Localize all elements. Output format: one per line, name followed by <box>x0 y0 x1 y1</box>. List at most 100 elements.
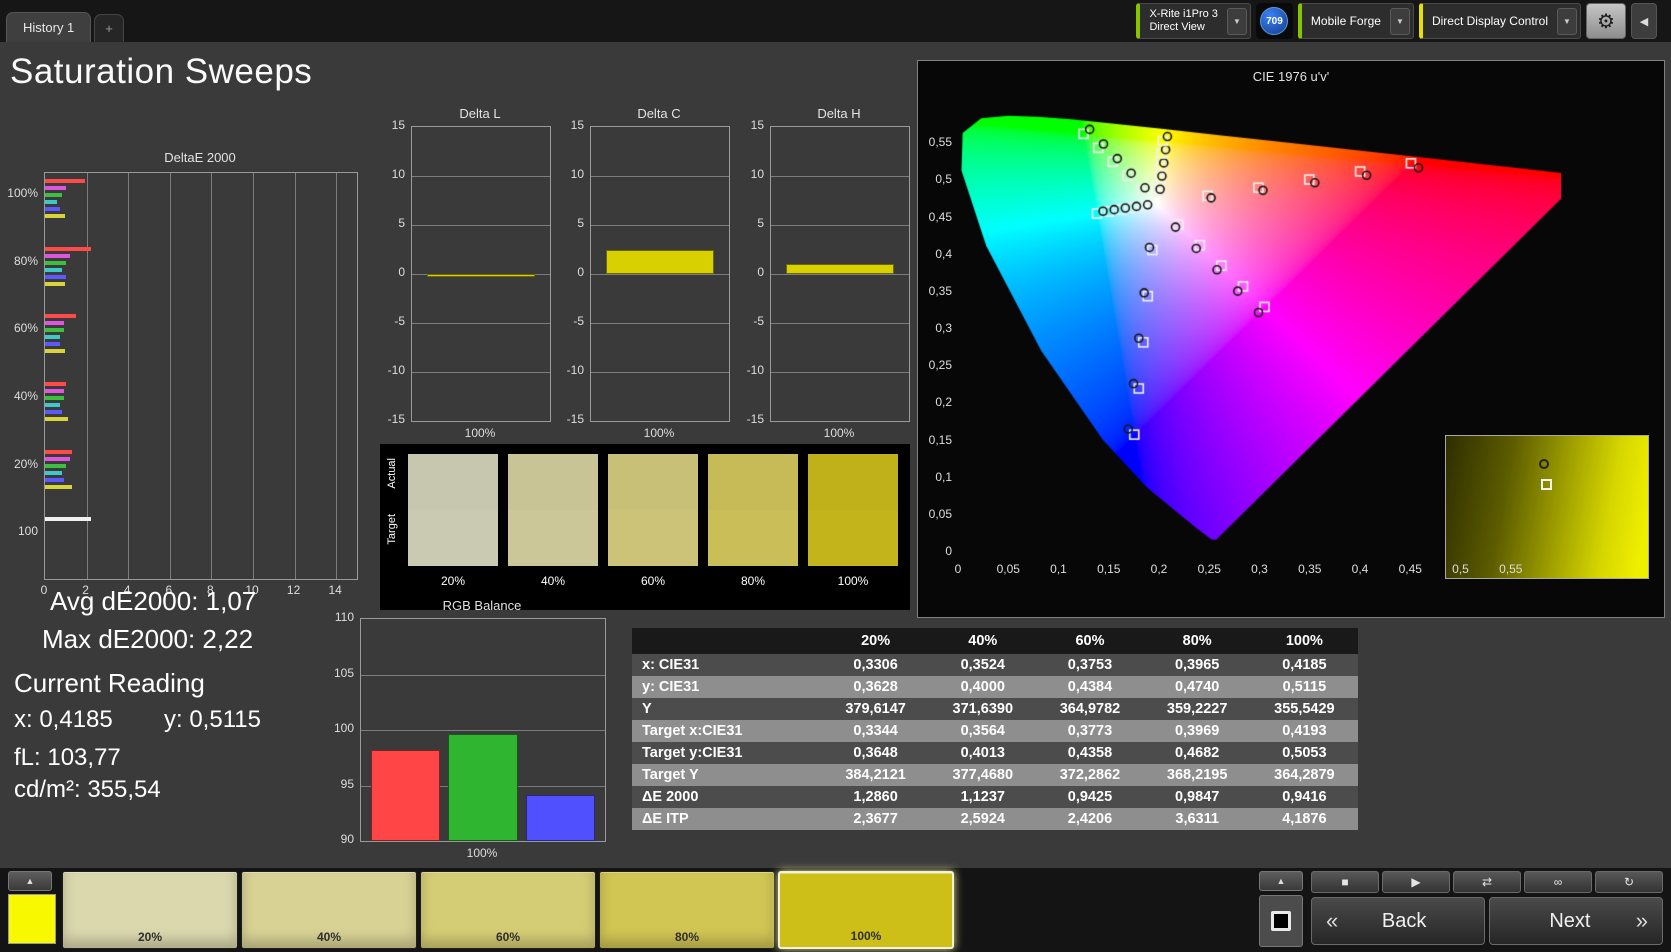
table-header-cell: 60% <box>1036 628 1144 654</box>
meter-label: X-Rite i1Pro 3 Direct View <box>1149 8 1217 34</box>
table-row-label: ΔE ITP <box>632 808 822 830</box>
stop-button[interactable]: ■ <box>1311 871 1379 893</box>
table-header: 20% 40% 60% 80% 100% <box>632 628 1358 654</box>
current-reading-label: Current Reading <box>14 668 205 698</box>
arrow-up-icon: ▲ <box>1276 876 1286 886</box>
y-tick-label: 10 <box>750 167 764 181</box>
gridline <box>336 173 338 579</box>
y-tick-label: 0,2 <box>935 395 952 410</box>
bar <box>45 260 66 265</box>
bar <box>45 477 64 482</box>
y-tick-label: 0,5 <box>935 172 952 187</box>
play-icon: ▶ <box>1411 875 1421 889</box>
bar <box>45 470 62 475</box>
bar <box>606 250 714 274</box>
cie-1976-chart: CIE 1976 u'v' 0 0 0,05 0,05 0,1 0,1 0,15 0,15 0,… <box>917 60 1665 618</box>
step-icon: ⇄ <box>1481 875 1493 889</box>
table-cell: 0,3524 <box>929 654 1037 676</box>
gridline <box>412 225 550 226</box>
chevron-down-icon[interactable]: ▼ <box>1389 7 1410 35</box>
table-cell: 379,6147 <box>822 698 930 720</box>
refresh-button[interactable]: ↻ <box>1595 871 1663 893</box>
x-tick-label: 0,05 <box>996 562 1020 576</box>
group-label: 60% <box>13 321 38 336</box>
bar <box>45 449 73 454</box>
display-control-dropdown[interactable]: Direct Display Control ▼ <box>1418 3 1581 39</box>
actual-swatch <box>608 454 698 510</box>
meter-dropdown[interactable]: X-Rite i1Pro 3 Direct View ▼ <box>1136 3 1251 39</box>
level-button-100%[interactable]: 100% <box>778 871 954 949</box>
bar <box>45 274 66 279</box>
expand-left-panel-button[interactable]: ▲ <box>8 871 52 891</box>
group-label: 100 <box>17 524 38 539</box>
table-cell: 0,9847 <box>1143 786 1251 808</box>
y-tick-label: 15 <box>391 118 405 132</box>
bar <box>45 335 60 340</box>
bar <box>45 342 60 347</box>
gridline <box>771 372 909 373</box>
play-button[interactable]: ▶ <box>1382 871 1450 893</box>
back-button[interactable]: « Back <box>1311 897 1485 945</box>
y-tick-label: 5 <box>577 216 584 230</box>
chart-title: Delta L <box>459 106 501 121</box>
level-button-40%[interactable]: 40% <box>241 871 417 949</box>
delta-l-chart: Delta L 100% 15 10 5 0 -5 -10 -15 <box>377 104 553 444</box>
bar <box>786 264 894 274</box>
bar <box>45 349 65 354</box>
saturation-swatch: 60% <box>608 454 698 588</box>
expand-right-panel-button[interactable]: ▲ <box>1259 871 1303 891</box>
y-tick-label: -15 <box>746 412 764 426</box>
pattern-source-dropdown[interactable]: Mobile Forge ▼ <box>1297 3 1414 39</box>
actual-swatch <box>808 454 898 510</box>
collapse-panel-button[interactable]: ◀ <box>1631 3 1657 39</box>
tab-history-1[interactable]: History 1 <box>6 12 92 42</box>
group-label: 40% <box>13 389 38 403</box>
table-cell: 0,4384 <box>1036 676 1144 698</box>
table-cell: 4,1876 <box>1250 808 1358 830</box>
next-button[interactable]: Next » <box>1489 897 1663 945</box>
x-axis-label: 100% <box>466 846 498 860</box>
chart-title: RGB Balance <box>442 598 522 613</box>
actual-swatch <box>408 454 498 510</box>
level-button-label: 60% <box>495 930 521 944</box>
current-x-reading: x: 0,4185 <box>14 706 113 733</box>
y-tick-label: 0 <box>577 265 584 279</box>
measured-point-icon <box>1538 458 1549 469</box>
add-tab-button[interactable]: + <box>94 14 124 42</box>
cie-zoom-inset <box>1445 435 1649 579</box>
step-button[interactable]: ⇄ <box>1453 871 1521 893</box>
table-cell: 0,5053 <box>1250 742 1358 764</box>
bar <box>45 267 62 272</box>
top-bar-controls: X-Rite i1Pro 3 Direct View ▼ 709 Mobile … <box>1136 3 1657 39</box>
colorspace-709-button[interactable]: 709 <box>1255 3 1293 39</box>
y-tick-label: 0,35 <box>928 283 952 298</box>
bar <box>45 396 64 400</box>
level-button-60%[interactable]: 60% <box>420 871 596 949</box>
bar <box>45 463 66 468</box>
y-tick-label: 0,15 <box>928 432 952 447</box>
continuous-button[interactable]: ∞ <box>1524 871 1592 893</box>
delta-l-plot-area <box>411 126 551 422</box>
current-patch-swatch <box>8 894 56 944</box>
group-label: 20% <box>13 456 38 471</box>
gridline <box>771 323 909 324</box>
y-tick-label: -10 <box>566 363 584 377</box>
table-cell: 0,4185 <box>1250 654 1358 676</box>
level-button-label: 40% <box>316 930 342 944</box>
level-button-20%[interactable]: 20% <box>62 871 238 949</box>
page-title: Saturation Sweeps <box>10 52 313 91</box>
level-button-80%[interactable]: 80% <box>599 871 775 949</box>
y-tick-label: 0,05 <box>928 506 952 521</box>
back-label: Back <box>1381 909 1427 932</box>
bar <box>45 517 91 522</box>
window-size-button[interactable] <box>1259 895 1303 947</box>
level-button-label: 80% <box>674 930 700 944</box>
target-swatch <box>508 510 598 566</box>
bar <box>45 382 66 386</box>
bar <box>45 456 70 461</box>
settings-button[interactable]: ⚙ <box>1586 3 1626 39</box>
saturation-swatch: 80% <box>708 454 798 588</box>
chevron-down-icon[interactable]: ▼ <box>1226 7 1247 35</box>
gridline <box>591 323 729 324</box>
chevron-down-icon[interactable]: ▼ <box>1557 7 1577 35</box>
